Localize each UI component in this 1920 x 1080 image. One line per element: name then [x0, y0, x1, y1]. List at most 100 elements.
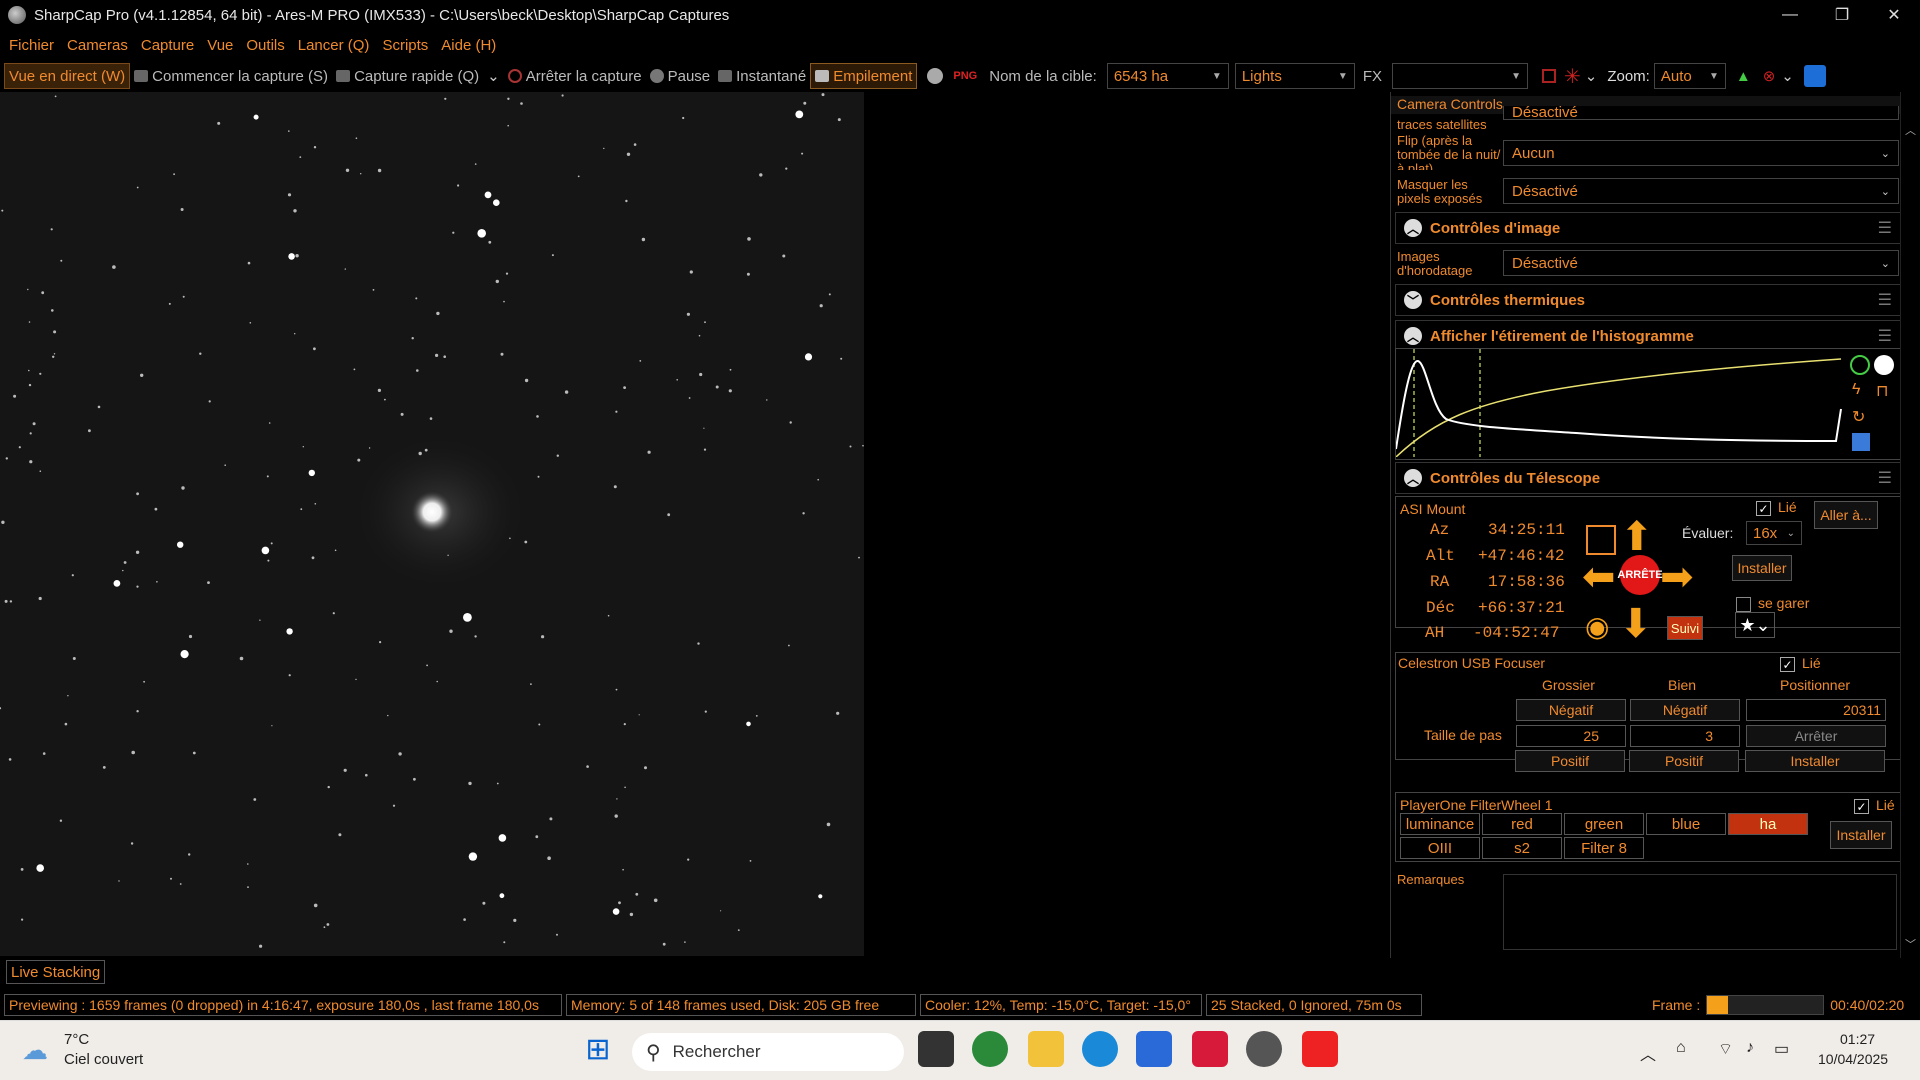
- app-red-icon[interactable]: [1192, 1031, 1228, 1067]
- power-icon[interactable]: [1850, 355, 1870, 375]
- focuser-install-button[interactable]: Installer: [1745, 750, 1885, 772]
- snapshot-button[interactable]: Instantané: [714, 63, 810, 89]
- fine-step-input[interactable]: 3: [1630, 725, 1740, 747]
- weather-icon[interactable]: ☁: [22, 1035, 48, 1066]
- rate-select[interactable]: 16x ⌄: [1746, 521, 1802, 545]
- image-viewport[interactable]: [0, 92, 864, 956]
- chevron-down-icon[interactable]: ﹀: [1404, 291, 1422, 309]
- stop-capture-button[interactable]: Arrêter la capture: [504, 63, 646, 89]
- contrast-icon[interactable]: [1874, 355, 1894, 375]
- fx-select[interactable]: ▼: [1391, 63, 1528, 89]
- menu-cameras[interactable]: Cameras: [67, 37, 128, 54]
- section-thermal-controls[interactable]: ﹀ Contrôles thermiques ☰: [1395, 284, 1901, 316]
- menu-lancer[interactable]: Lancer (Q): [298, 37, 370, 54]
- panel-scrollbar[interactable]: ︿ ﹀: [1900, 92, 1920, 958]
- battery-icon[interactable]: ▭: [1774, 1039, 1789, 1059]
- arrow-up-icon[interactable]: ⬆: [1620, 517, 1654, 557]
- filter-blue[interactable]: blue: [1646, 813, 1726, 835]
- filterwheel-install-button[interactable]: Installer: [1830, 821, 1892, 849]
- focuser-stop-button[interactable]: Arrêter: [1746, 725, 1886, 747]
- pause-button[interactable]: Pause: [646, 63, 715, 89]
- menu-aide[interactable]: Aide (H): [441, 37, 496, 54]
- menu-icon[interactable]: ☰: [1878, 326, 1892, 346]
- edge-icon[interactable]: [1082, 1031, 1118, 1067]
- mount-linked-checkbox[interactable]: ✓: [1756, 501, 1771, 516]
- live-stacking-tab[interactable]: Live Stacking: [6, 960, 106, 984]
- crosshair-icon[interactable]: ✳: [1564, 64, 1581, 89]
- guide-icon[interactable]: [1803, 65, 1826, 87]
- scroll-down-icon[interactable]: ﹀: [1905, 936, 1916, 952]
- lightning-icon[interactable]: ϟ: [1852, 381, 1860, 399]
- filter-oiii[interactable]: OIII: [1400, 837, 1480, 859]
- close-button[interactable]: ✕: [1868, 0, 1920, 30]
- arrow-right-icon[interactable]: ➡: [1660, 557, 1694, 597]
- png-icon[interactable]: PNG: [953, 70, 977, 82]
- filter-s2[interactable]: s2: [1482, 837, 1562, 859]
- filter-red[interactable]: red: [1482, 813, 1562, 835]
- search-box[interactable]: ⚲ Rechercher: [632, 1033, 904, 1071]
- fine-negative-button[interactable]: Négatif: [1630, 699, 1740, 721]
- scroll-up-icon[interactable]: ︿: [1905, 122, 1916, 138]
- filter-green[interactable]: green: [1564, 813, 1644, 835]
- file-explorer-icon[interactable]: [1028, 1031, 1064, 1067]
- alarm-icon[interactable]: ⊗: [1763, 67, 1776, 85]
- filterwheel-linked-checkbox[interactable]: ✓: [1854, 799, 1869, 814]
- menu-fichier[interactable]: Fichier: [9, 37, 54, 54]
- slew-box-icon[interactable]: [1586, 525, 1616, 555]
- anydesk-icon[interactable]: [1302, 1031, 1338, 1067]
- task-view-icon[interactable]: [918, 1031, 954, 1067]
- coarse-positive-button[interactable]: Positif: [1515, 750, 1625, 772]
- menu-icon[interactable]: ☰: [1878, 290, 1892, 310]
- quick-capture-button[interactable]: Capture rapide (Q) ⌄: [332, 63, 504, 89]
- focuser-linked-checkbox[interactable]: ✓: [1780, 657, 1795, 672]
- fine-positive-button[interactable]: Positif: [1629, 750, 1739, 772]
- chevron-up-icon[interactable]: ︿: [1404, 327, 1422, 345]
- chevron-down-icon[interactable]: ⌄: [1781, 67, 1794, 85]
- phd-icon[interactable]: [972, 1031, 1008, 1067]
- arrow-down-icon[interactable]: ⬇: [1619, 604, 1653, 644]
- stop-button[interactable]: ARRÊTE: [1617, 555, 1663, 595]
- section-image-controls[interactable]: ︿ Contrôles d'image ☰: [1395, 212, 1901, 244]
- star-icon[interactable]: ★⌄: [1735, 612, 1775, 638]
- histogram-icon[interactable]: ▲: [1736, 68, 1751, 85]
- menu-capture[interactable]: Capture: [141, 37, 194, 54]
- flip-select[interactable]: Aucun ⌄: [1503, 140, 1899, 166]
- lock-icon[interactable]: ⊓: [1876, 381, 1888, 401]
- mask-select[interactable]: Désactivé ⌄: [1503, 178, 1899, 204]
- save-icon[interactable]: [1852, 433, 1870, 451]
- wifi-icon[interactable]: ⌔: [1718, 1039, 1733, 1059]
- windows-start-icon[interactable]: ⊞: [580, 1031, 616, 1067]
- chevron-up-icon[interactable]: ︿: [1404, 469, 1422, 487]
- goto-button[interactable]: Aller à...: [1814, 501, 1878, 529]
- filter-luminance[interactable]: luminance: [1400, 813, 1480, 835]
- filter-ha[interactable]: ha: [1728, 813, 1808, 835]
- park-checkbox[interactable]: [1736, 597, 1751, 612]
- menu-outils[interactable]: Outils: [246, 37, 284, 54]
- traces-select[interactable]: Désactivé: [1503, 106, 1899, 120]
- reset-icon[interactable]: ↻: [1852, 407, 1865, 427]
- chevron-down-icon[interactable]: ⌄: [1585, 67, 1598, 85]
- target-icon[interactable]: ◉: [1585, 610, 1609, 643]
- minimize-button[interactable]: —: [1764, 0, 1816, 30]
- mount-install-button[interactable]: Installer: [1732, 555, 1792, 581]
- arrow-left-icon[interactable]: ⬅: [1582, 557, 1616, 597]
- coarse-step-input[interactable]: 25: [1516, 725, 1626, 747]
- menu-vue[interactable]: Vue: [207, 37, 233, 54]
- frame-type-select[interactable]: Lights ▼: [1234, 63, 1355, 89]
- chevron-up-icon[interactable]: ︿: [1404, 219, 1422, 237]
- menu-scripts[interactable]: Scripts: [382, 37, 428, 54]
- histogram-plot[interactable]: [1396, 349, 1846, 457]
- volume-icon[interactable]: ♪: [1746, 1039, 1754, 1057]
- tracking-button[interactable]: Suivi: [1667, 616, 1703, 640]
- menu-icon[interactable]: ☰: [1878, 468, 1892, 488]
- network-icon[interactable]: ⌂: [1676, 1039, 1686, 1057]
- menu-icon[interactable]: ☰: [1878, 218, 1892, 238]
- maximize-button[interactable]: ❐: [1816, 0, 1868, 30]
- sharpcap-icon[interactable]: [1246, 1031, 1282, 1067]
- section-telescope[interactable]: ︿ Contrôles du Télescope ☰: [1395, 462, 1901, 494]
- notes-textarea[interactable]: [1503, 874, 1897, 950]
- store-icon[interactable]: [1136, 1031, 1172, 1067]
- target-name-input[interactable]: 6543 ha ▼: [1106, 63, 1229, 89]
- start-capture-button[interactable]: Commencer la capture (S): [130, 63, 332, 89]
- filter-8[interactable]: Filter 8: [1564, 837, 1644, 859]
